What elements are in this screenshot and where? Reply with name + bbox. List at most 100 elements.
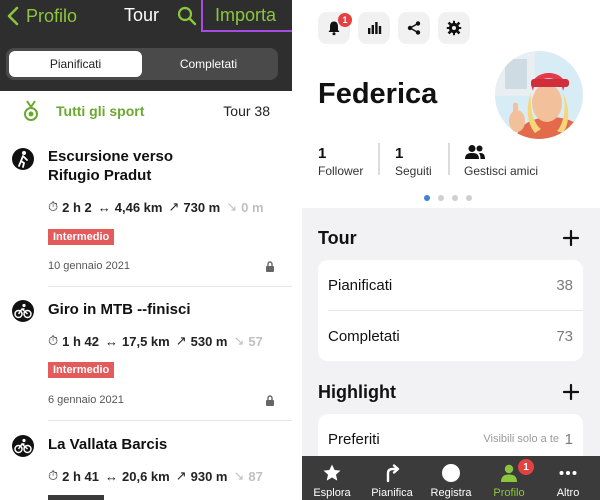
tab-record[interactable]: Registra xyxy=(421,456,481,500)
segment-completed[interactable]: Completati xyxy=(142,51,275,77)
completed-tours-row[interactable]: Completati 73 xyxy=(318,311,583,361)
followers-count[interactable]: 1 xyxy=(318,145,326,162)
distance-stat: ↔ 20,6 km xyxy=(105,468,170,484)
distance-stat: ↔ 4,46 km xyxy=(97,199,163,215)
distance-icon: ↔ xyxy=(105,333,118,349)
planned-tours-row[interactable]: Pianificati 38 xyxy=(318,260,583,310)
page-dot xyxy=(438,195,444,201)
descent-stat: ↘ 57 xyxy=(233,333,263,349)
profile-name: Federica xyxy=(318,78,438,110)
tour-date: 10 gennaio 2021 xyxy=(48,260,130,272)
tour-title: Giro in MTB --finisci xyxy=(48,301,191,318)
import-button[interactable]: Importa xyxy=(201,0,292,32)
difficulty-badge: Intermedio xyxy=(48,229,115,245)
tour-count: Tour 38 xyxy=(223,103,270,119)
tab-bar: Esplora Pianifica Registra Profilo Altro xyxy=(302,456,600,500)
tour-stats: ⏱ 2 h 2 ↔ 4,46 km ↗ 730 m ↘ 0 m xyxy=(48,199,264,215)
record-icon xyxy=(442,464,460,482)
descent-stat: ↘ 0 m xyxy=(226,199,264,215)
followers-label[interactable]: Follower xyxy=(318,164,363,178)
segment-planned[interactable]: Pianificati xyxy=(9,51,142,77)
stopwatch-icon: ⏱ xyxy=(48,333,59,348)
lock-icon xyxy=(266,395,274,406)
highlight-section-title: Highlight xyxy=(318,382,396,402)
tour-title: Escursione verso xyxy=(48,148,174,165)
search-icon[interactable] xyxy=(176,5,198,27)
row-label: Completati xyxy=(328,327,400,345)
tour-stats: ⏱ 1 h 42 ↔ 17,5 km ↗ 530 m ↘ 57 xyxy=(48,333,263,349)
stat-separator xyxy=(448,143,450,175)
notification-badge: 1 xyxy=(338,13,352,27)
tab-label: Pianifica xyxy=(371,487,413,499)
row-label: Pianificati xyxy=(328,276,393,294)
page-indicator xyxy=(424,195,472,201)
tour-list-item[interactable]: Escursione verso Rifugio Pradut ⏱ 2 h 2 ↔… xyxy=(0,140,292,290)
back-button[interactable]: Profilo xyxy=(6,4,77,28)
pane-divider xyxy=(292,0,302,500)
tour-list-item[interactable]: La Vallata Barcis ⏱ 2 h 41 ↔ 20,6 km ↗ 930 … xyxy=(0,425,292,500)
mountain-bike-icon xyxy=(12,435,34,457)
avatar[interactable] xyxy=(495,51,583,139)
more-icon xyxy=(559,471,577,475)
lock-icon xyxy=(266,261,274,272)
medal-icon xyxy=(24,100,38,121)
descent-icon: ↘ xyxy=(233,333,245,348)
sport-filter-row: Tutti gli sport Tour 38 xyxy=(0,92,292,130)
friends-icon xyxy=(465,145,485,159)
ascent-icon: ↗ xyxy=(175,468,187,483)
tab-label: Altro xyxy=(556,487,580,499)
bar-chart-icon xyxy=(368,22,382,34)
profile-tab-badge: 1 xyxy=(518,459,534,475)
tab-explore[interactable]: Esplora xyxy=(302,456,362,500)
tour-list-item[interactable]: Giro in MTB --finisci ⏱ 1 h 42 ↔ 17,5 km ↗… xyxy=(0,290,292,422)
duration-stat: ⏱ 2 h 2 xyxy=(48,199,92,215)
tab-label: Registra xyxy=(430,487,472,499)
stopwatch-icon: ⏱ xyxy=(48,468,59,483)
difficulty-badge: Intermedio xyxy=(48,362,115,378)
following-count[interactable]: 1 xyxy=(395,145,403,162)
tab-more[interactable]: Altro xyxy=(538,456,598,500)
row-label: Preferiti xyxy=(328,430,380,448)
tour-section-title: Tour xyxy=(318,228,357,248)
page-dot xyxy=(424,195,430,201)
share-icon xyxy=(407,21,421,35)
tour-stats: ⏱ 2 h 41 ↔ 20,6 km ↗ 930 m ↘ 87 xyxy=(48,468,263,484)
tours-list-screen: Profilo Tour Importa Pianificati Complet… xyxy=(0,0,292,500)
hiking-icon xyxy=(12,148,34,170)
page-title: Tour xyxy=(124,5,160,25)
screenshot-stage: Profilo Tour Importa Pianificati Complet… xyxy=(0,0,600,500)
tab-label: Esplora xyxy=(313,487,351,499)
ascent-stat: ↗ 530 m xyxy=(175,333,228,349)
page-dot xyxy=(452,195,458,201)
ascent-icon: ↗ xyxy=(175,333,187,348)
settings-button[interactable] xyxy=(438,12,470,44)
tour-type-segmented-control: Pianificati Completati xyxy=(6,48,278,80)
plus-icon[interactable] xyxy=(562,383,580,401)
visibility-hint: Visibili solo a te xyxy=(483,433,559,445)
statistics-button[interactable] xyxy=(358,12,390,44)
mountain-bike-icon xyxy=(12,300,34,322)
following-label[interactable]: Seguiti xyxy=(395,164,432,178)
back-button-label: Profilo xyxy=(26,5,78,26)
ascent-icon: ↗ xyxy=(168,199,180,214)
sport-filter-button[interactable]: Tutti gli sport xyxy=(56,103,144,119)
page-dot xyxy=(466,195,472,201)
tab-plan[interactable]: Pianifica xyxy=(362,456,422,500)
star-icon xyxy=(323,464,341,481)
gear-icon xyxy=(446,20,462,36)
descent-stat: ↘ 87 xyxy=(233,468,263,484)
row-count: 73 xyxy=(556,327,573,345)
share-button[interactable] xyxy=(398,12,430,44)
divider xyxy=(48,286,292,287)
tour-title: La Vallata Barcis xyxy=(48,436,168,453)
profile-screen: Federica 1 Follower 1 Seguiti Gestisci a… xyxy=(302,0,600,500)
route-arrow-icon xyxy=(386,464,400,483)
plus-icon[interactable] xyxy=(562,229,580,247)
tours-header: Profilo Tour Importa Pianificati Complet… xyxy=(0,0,292,91)
row-count: 1 xyxy=(564,430,573,448)
difficulty-badge xyxy=(48,495,104,500)
distance-icon: ↔ xyxy=(97,199,111,215)
stopwatch-icon: ⏱ xyxy=(48,199,59,214)
tab-label: Profilo xyxy=(493,487,525,499)
manage-friends-label: Gestisci amici xyxy=(464,164,539,178)
